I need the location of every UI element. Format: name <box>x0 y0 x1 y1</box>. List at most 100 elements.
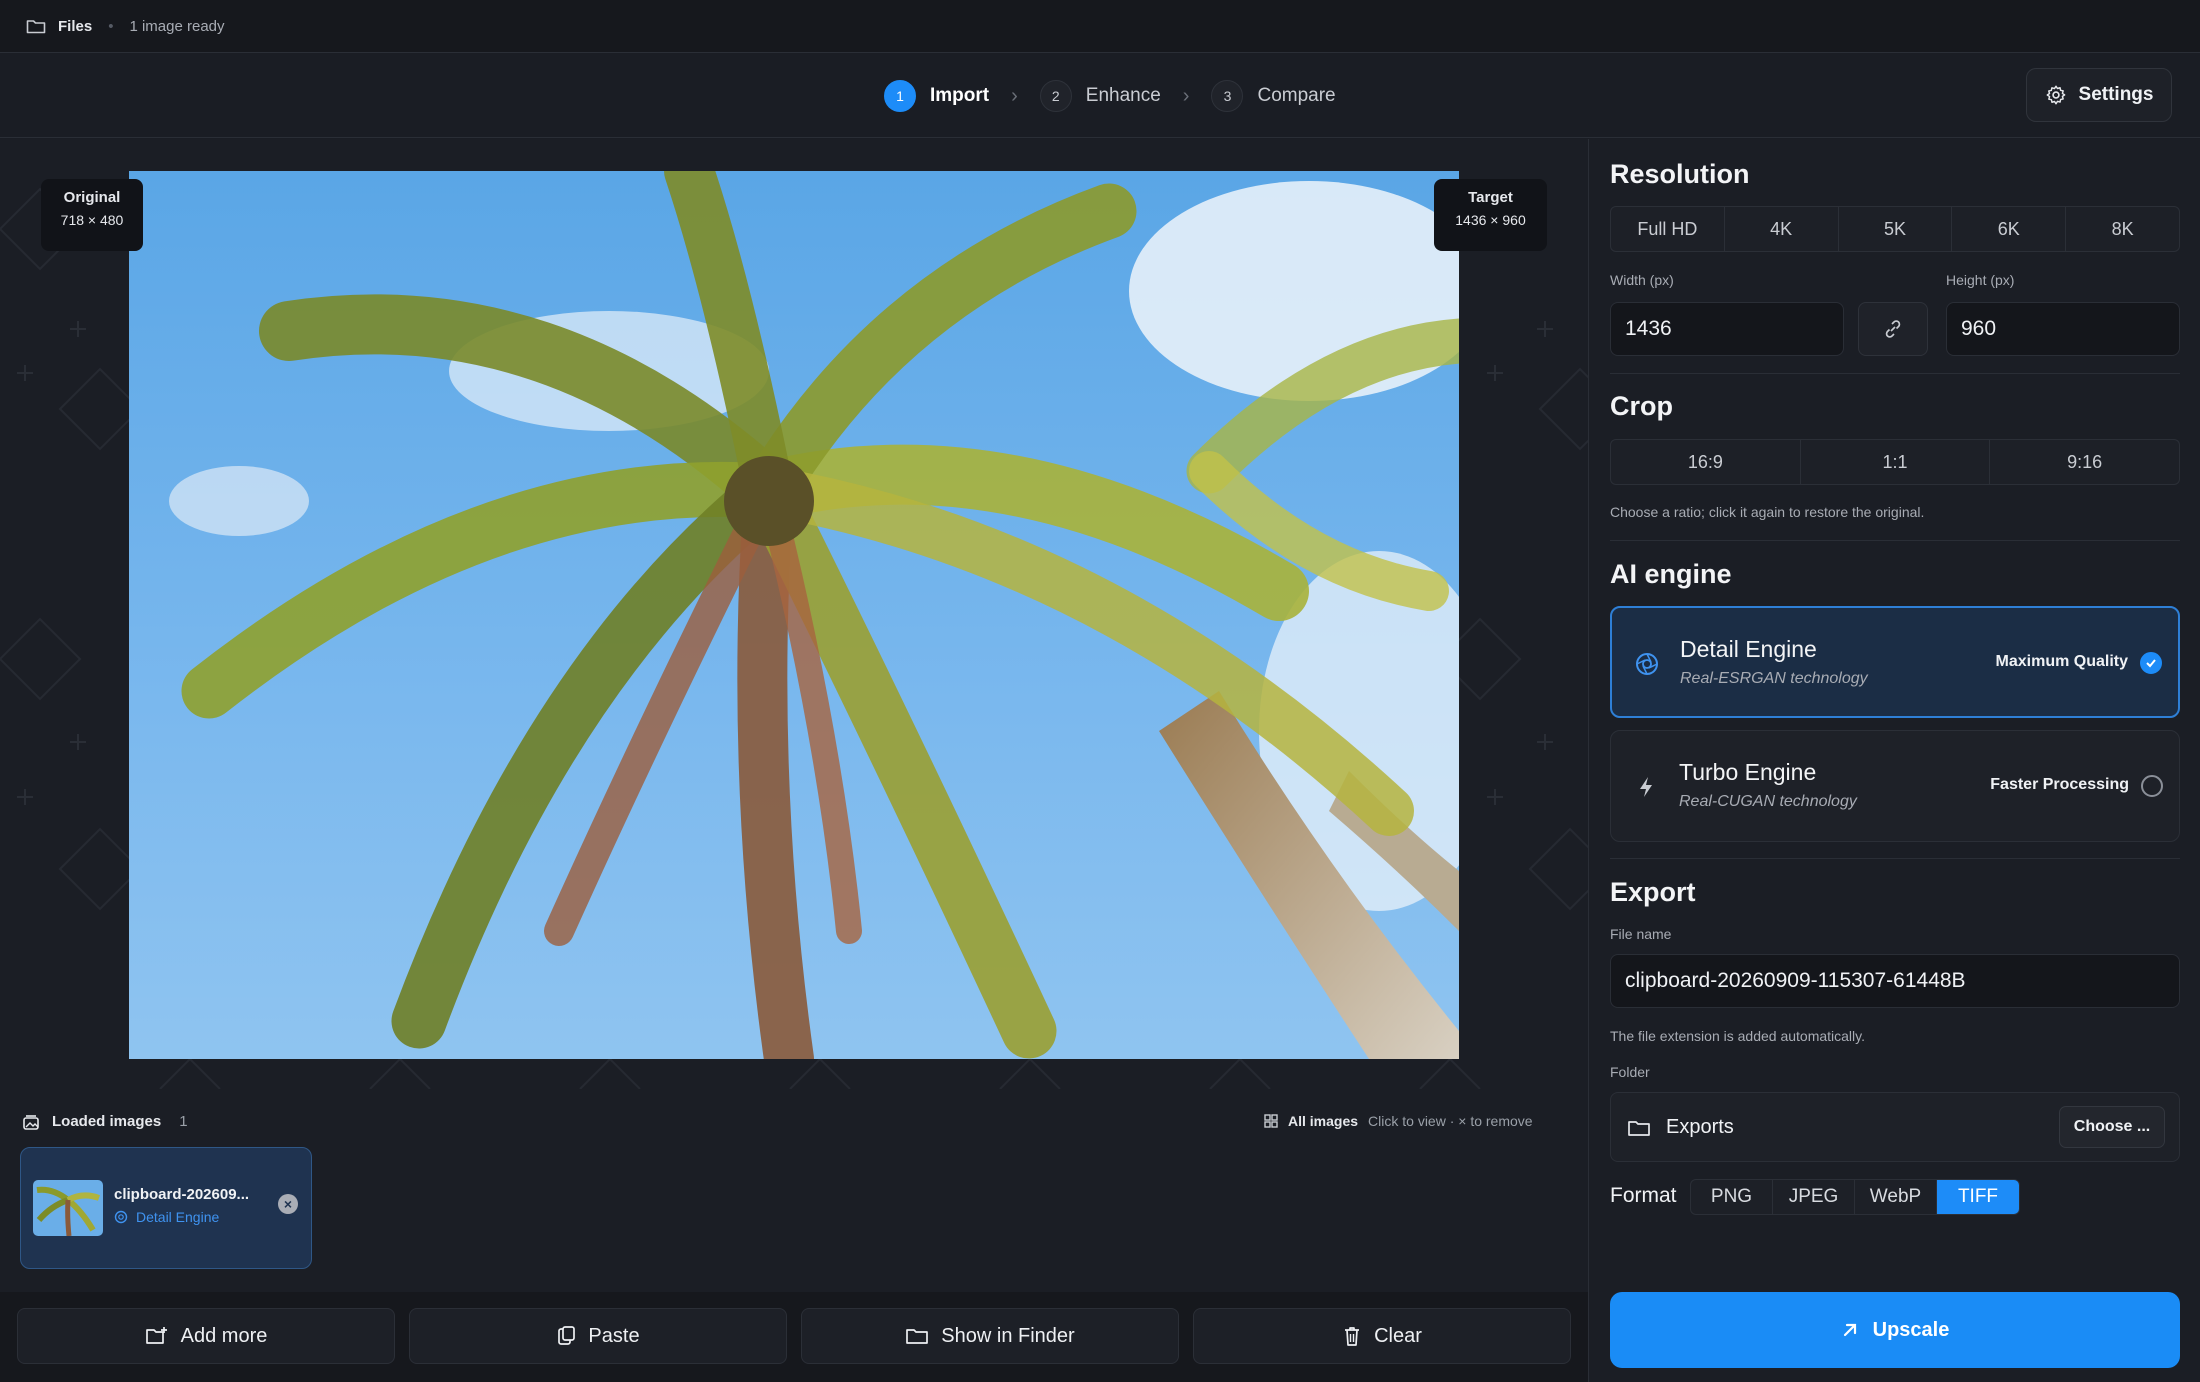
image-thumbnail <box>33 1180 103 1236</box>
folder-name: Exports <box>1666 1116 1734 1138</box>
loaded-images-header: Loaded images 1 <box>22 1113 188 1130</box>
step-number: 1 <box>884 80 916 112</box>
crop-hint: Choose a ratio; click it again to restor… <box>1610 504 1925 520</box>
original-size-tag: Original 718 × 480 <box>41 179 143 251</box>
top-bar: Files • 1 image ready <box>0 0 2200 53</box>
format-selector: PNG JPEG WebP TIFF <box>1690 1179 2020 1215</box>
separator-dot: • <box>108 17 114 35</box>
divider <box>1610 373 2180 374</box>
image-engine: Detail Engine <box>114 1209 219 1225</box>
ratio-9-16[interactable]: 9:16 <box>1990 440 2179 484</box>
preview-canvas: Original 718 × 480 Target 1436 × 960 <box>0 139 1588 1089</box>
engine-tech: Real-CUGAN technology <box>1679 793 1857 810</box>
preset-6k[interactable]: 6K <box>1952 207 2067 251</box>
folder-picker: Exports Choose ... <box>1610 1092 2180 1162</box>
engine-option-detail[interactable]: Detail Engine Real-ESRGAN technology Max… <box>1610 606 2180 718</box>
file-name-label: File name <box>1610 926 1672 942</box>
engine-tag: Faster Processing <box>1990 776 2129 793</box>
crop-title: Crop <box>1610 391 1673 421</box>
grid-icon[interactable] <box>1264 1114 1278 1128</box>
add-more-button[interactable]: Add more <box>17 1308 395 1364</box>
preset-4k[interactable]: 4K <box>1725 207 1839 251</box>
format-jpeg[interactable]: JPEG <box>1773 1180 1855 1214</box>
format-tiff[interactable]: TIFF <box>1937 1180 2019 1214</box>
settings-label: Settings <box>2078 84 2154 105</box>
loaded-images-count: 1 <box>179 1113 188 1130</box>
add-more-label: Add more <box>180 1324 268 1347</box>
file-name-input[interactable]: clipboard-20260909-115307-61448B <box>1610 954 2180 1008</box>
choose-folder-button[interactable]: Choose ... <box>2059 1106 2165 1148</box>
engine-option-turbo[interactable]: Turbo Engine Real-CUGAN technology Faste… <box>1610 730 2180 842</box>
loaded-hint: Click to view · × to remove <box>1368 1113 1533 1129</box>
aperture-icon <box>1636 653 1658 675</box>
folder-icon <box>26 20 46 34</box>
preset-5k[interactable]: 5K <box>1839 207 1953 251</box>
extension-hint: The file extension is added automaticall… <box>1610 1028 1865 1044</box>
height-input[interactable]: 960 <box>1946 302 2180 356</box>
ai-engine-title: AI engine <box>1610 559 1732 589</box>
image-stack-icon <box>23 1114 39 1130</box>
all-images-label[interactable]: All images <box>1288 1113 1358 1129</box>
step-label: Compare <box>1257 85 1336 106</box>
image-list-item[interactable]: clipboard-202609... Detail Engine × <box>20 1147 312 1269</box>
format-webp[interactable]: WebP <box>1855 1180 1937 1214</box>
image-engine-label: Detail Engine <box>136 1209 220 1225</box>
format-png[interactable]: PNG <box>1691 1180 1773 1214</box>
files-label[interactable]: Files <box>58 18 92 35</box>
engine-tech: Real-ESRGAN technology <box>1680 670 1868 687</box>
step-import[interactable]: 1 Import <box>884 80 989 112</box>
target-size-tag: Target 1436 × 960 <box>1434 179 1547 251</box>
step-label: Enhance <box>1085 85 1161 106</box>
engine-name: Detail Engine <box>1680 636 1817 662</box>
resolution-presets: Full HD 4K 5K 6K 8K <box>1610 206 2180 252</box>
image-file-name: clipboard-202609... <box>114 1186 250 1203</box>
loaded-images-panel: Loaded images 1 All images Click to view… <box>0 1089 1588 1292</box>
step-number: 2 <box>1039 80 1072 112</box>
original-title: Original <box>63 189 121 206</box>
clear-label: Clear <box>1374 1324 1422 1347</box>
width-input[interactable]: 1436 <box>1610 302 1844 356</box>
preview-image[interactable] <box>129 171 1459 1059</box>
check-icon <box>2146 659 2156 668</box>
format-label: Format <box>1610 1184 1677 1207</box>
folder-icon <box>1628 1121 1650 1136</box>
step-compare[interactable]: 3 Compare <box>1211 80 1336 112</box>
show-in-finder-button[interactable]: Show in Finder <box>801 1308 1179 1364</box>
step-enhance[interactable]: 2 Enhance <box>1039 80 1161 112</box>
upscale-button[interactable]: Upscale <box>1610 1292 2180 1368</box>
engine-radio-checked[interactable] <box>2140 652 2162 674</box>
stepper: 1 Import › 2 Enhance › 3 Compare <box>884 79 1336 113</box>
paste-button[interactable]: Paste <box>409 1308 787 1364</box>
chevron-right-icon: › <box>1011 84 1018 107</box>
height-label: Height (px) <box>1946 272 2015 288</box>
trash-icon <box>1345 1327 1360 1346</box>
preset-full-hd[interactable]: Full HD <box>1611 207 1725 251</box>
step-bar: 1 Import › 2 Enhance › 3 Compare Setting… <box>0 54 2200 138</box>
close-icon: × <box>283 1196 293 1212</box>
clear-button[interactable]: Clear <box>1193 1308 1571 1364</box>
remove-image-button[interactable]: × <box>278 1194 298 1214</box>
clipboard-icon <box>558 1326 576 1345</box>
ratio-1-1[interactable]: 1:1 <box>1801 440 1991 484</box>
status-text: 1 image ready <box>129 17 225 35</box>
action-bar: Add more Paste Show in Finder Clear <box>0 1292 1588 1382</box>
folder-label: Folder <box>1610 1064 1650 1080</box>
palm-tree-photo <box>129 171 1459 1059</box>
engine-radio[interactable] <box>2141 775 2163 797</box>
original-size: 718 × 480 <box>60 212 124 228</box>
upscale-label: Upscale <box>1872 1318 1950 1341</box>
aperture-icon <box>114 1210 128 1224</box>
gear-icon <box>2046 85 2065 105</box>
preset-8k[interactable]: 8K <box>2066 207 2179 251</box>
divider <box>1610 540 2180 541</box>
step-label: Import <box>930 85 990 106</box>
export-title: Export <box>1610 877 1696 907</box>
settings-button[interactable]: Settings <box>2026 68 2172 122</box>
all-images-hint: All images Click to view · × to remove <box>1264 1113 1533 1129</box>
link-aspect-button[interactable] <box>1858 302 1928 356</box>
ratio-16-9[interactable]: 16:9 <box>1611 440 1801 484</box>
chevron-right-icon: › <box>1182 84 1190 107</box>
step-number: 3 <box>1211 80 1244 112</box>
width-label: Width (px) <box>1610 272 1674 288</box>
target-title: Target <box>1468 189 1513 206</box>
